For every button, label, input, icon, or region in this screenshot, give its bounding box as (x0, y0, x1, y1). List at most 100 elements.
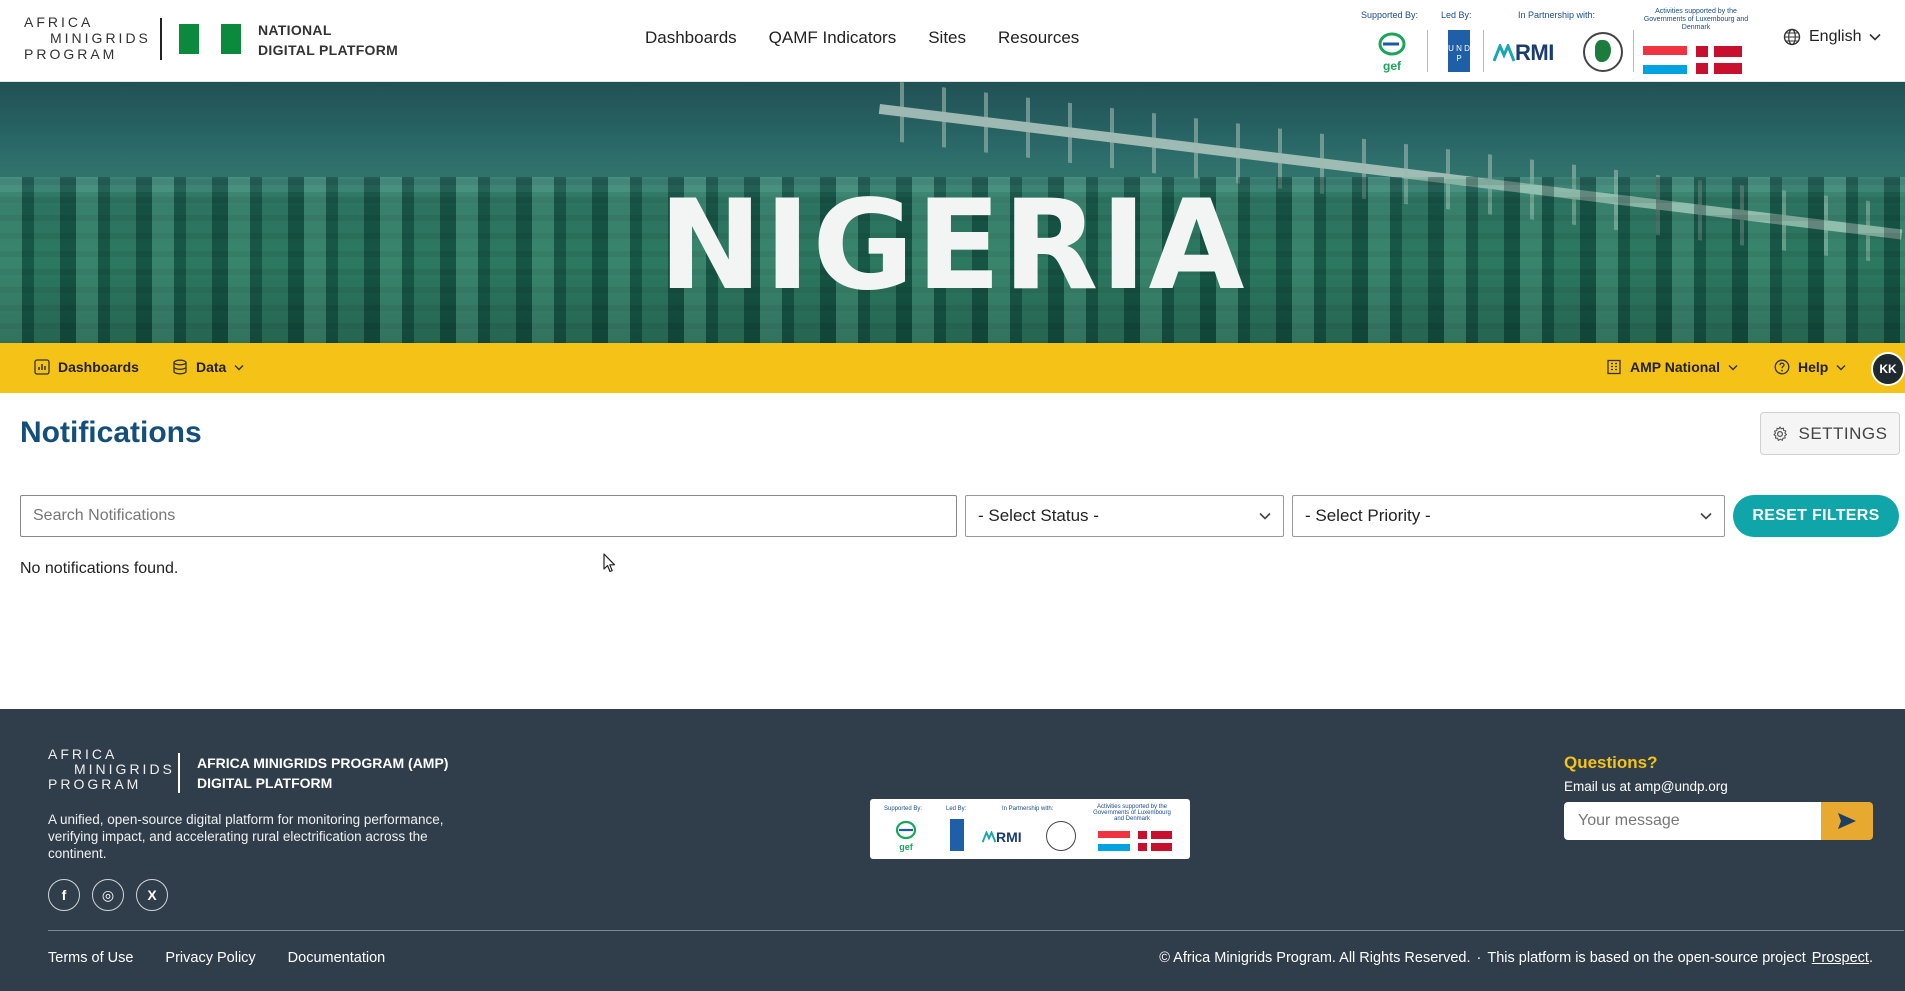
subnav-dashboards[interactable]: Dashboards (34, 359, 139, 375)
reset-filters-button[interactable]: RESET FILTERS (1733, 495, 1899, 537)
main-nav: Dashboards QAMF Indicators Sites Resourc… (645, 28, 1079, 48)
gef-logo-icon: gef (895, 820, 917, 852)
help-label: Help (1798, 359, 1829, 375)
message-input[interactable] (1564, 802, 1823, 840)
footer-divider (48, 930, 1904, 931)
user-avatar[interactable]: KK (1871, 352, 1905, 386)
partner-divider (1633, 30, 1634, 72)
social-links: f ◎ X (48, 879, 168, 911)
chevron-down-icon (1259, 512, 1271, 520)
afdb-logo-icon (1046, 821, 1076, 851)
globe-icon (1783, 28, 1801, 46)
denmark-flag-icon (1696, 46, 1742, 74)
nigeria-flag-icon (179, 24, 241, 54)
contact-email[interactable]: Email us at amp@undp.org (1564, 779, 1728, 794)
nav-qamf-indicators[interactable]: QAMF Indicators (769, 28, 897, 48)
rmi-text: RMI (1515, 40, 1554, 65)
mouse-cursor-icon (603, 553, 616, 573)
bar-chart-icon (34, 359, 50, 375)
privacy-policy-link[interactable]: Privacy Policy (165, 950, 255, 966)
instagram-icon[interactable]: ◎ (92, 879, 124, 911)
status-select-value: - Select Status - (978, 506, 1099, 525)
footer-logo-line-3: PROGRAM (48, 776, 142, 792)
partnership-label: In Partnership with: (1518, 10, 1596, 20)
platform-title-line-2: DIGITAL PLATFORM (258, 42, 399, 58)
language-selector[interactable]: English (1783, 28, 1882, 46)
subnav-data-label: Data (196, 359, 227, 375)
footer-logo-line-2: MINIGRIDS (74, 761, 175, 777)
priority-select-value: - Select Priority - (1305, 506, 1431, 525)
footer-amp-logo[interactable]: AFRICA MINIGRIDS PROGRAM (48, 747, 175, 792)
footer-title-line-1: AFRICA MINIGRIDS PROGRAM (AMP) (197, 755, 449, 771)
documentation-link[interactable]: Documentation (288, 950, 386, 966)
chevron-down-icon (1869, 33, 1882, 41)
help-menu[interactable]: Help (1774, 359, 1846, 375)
footer-gef-text: gef (899, 842, 914, 852)
luxembourg-flag-icon (1643, 46, 1687, 74)
help-circle-icon (1774, 359, 1790, 375)
gear-icon (1773, 425, 1788, 441)
org-selector[interactable]: AMP National (1606, 359, 1738, 375)
language-label: English (1809, 28, 1862, 45)
footer-logo-divider (178, 753, 180, 793)
chevron-down-icon (1700, 512, 1712, 520)
footer-logo-line-1: AFRICA (48, 746, 118, 762)
footer-partnership-label: In Partnership with: (1002, 806, 1054, 812)
footer-supported-by-label: Supported By: (884, 806, 923, 812)
gef-text: gef (1383, 59, 1402, 73)
send-message-button[interactable] (1821, 802, 1873, 840)
partner-divider (1427, 30, 1428, 72)
platform-title-line-1: NATIONAL (258, 22, 332, 38)
database-icon (173, 359, 187, 375)
supported-by-label: Supported By: (1361, 10, 1419, 20)
amp-logo[interactable]: AFRICA MINIGRIDS PROGRAM (24, 14, 148, 64)
platform-title: NATIONAL DIGITAL PLATFORM (258, 20, 398, 60)
logo-line-3: PROGRAM (24, 46, 118, 62)
footer: AFRICA MINIGRIDS PROGRAM AFRICA MINIGRID… (0, 709, 1905, 991)
logo-divider (160, 18, 162, 60)
afdb-logo-icon (1583, 32, 1623, 72)
led-by-label: Led By: (1441, 10, 1472, 20)
settings-button[interactable]: SETTINGS (1760, 412, 1900, 455)
logo-line-1: AFRICA (24, 14, 94, 30)
top-header: AFRICA MINIGRIDS PROGRAM NATIONAL DIGITA… (0, 0, 1905, 82)
undp-logo-icon (950, 819, 964, 851)
secondary-nav: Dashboards Data AMP National Help (0, 343, 1905, 393)
nav-resources[interactable]: Resources (998, 28, 1079, 48)
footer-led-by-label: Led By: (946, 806, 967, 812)
status-select[interactable]: - Select Status - (965, 495, 1284, 537)
hero-banner: NIGERIA (0, 82, 1905, 343)
chevron-down-icon (234, 364, 244, 370)
questions-title: Questions? (1564, 753, 1658, 772)
undp-logo-icon: U N D P (1448, 30, 1470, 72)
copyright-line: © Africa Minigrids Program. All Rights R… (1159, 950, 1873, 966)
priority-select[interactable]: - Select Priority - (1292, 495, 1725, 537)
search-input[interactable] (20, 495, 957, 537)
footer-description: A unified, open-source digital platform … (48, 812, 444, 861)
facebook-icon[interactable]: f (48, 879, 80, 911)
copyright-text: © Africa Minigrids Program. All Rights R… (1159, 950, 1471, 966)
org-label: AMP National (1630, 359, 1720, 375)
copyright-period: . (1868, 950, 1873, 966)
gef-logo-icon: gef (1378, 32, 1406, 73)
rmi-logo-icon: RMI (1492, 40, 1554, 66)
denmark-flag-icon (1138, 831, 1172, 851)
page-title: Notifications (20, 416, 202, 449)
nav-dashboards[interactable]: Dashboards (645, 28, 737, 48)
prospect-link[interactable]: Prospect (1812, 950, 1869, 966)
activities-label: Activities supported by the Governments … (1643, 8, 1749, 31)
footer-activities-label: Activities supported by the Governments … (1093, 804, 1171, 822)
x-twitter-icon[interactable]: X (136, 879, 168, 911)
footer-title-line-2: DIGITAL PLATFORM (197, 775, 333, 791)
nav-sites[interactable]: Sites (928, 28, 966, 48)
partner-logos: Supported By: Led By: In Partnership wit… (1355, 6, 1755, 76)
send-icon (1838, 813, 1856, 829)
footer-title: AFRICA MINIGRIDS PROGRAM (AMP) DIGITAL P… (197, 753, 448, 793)
based-on-text: This platform is based on the open-sourc… (1487, 950, 1806, 966)
terms-of-use-link[interactable]: Terms of Use (48, 950, 133, 966)
country-title: NIGERIA (658, 174, 1247, 318)
partner-divider (1483, 30, 1484, 72)
empty-state-message: No notifications found. (20, 560, 179, 577)
settings-label: SETTINGS (1798, 423, 1888, 443)
subnav-data[interactable]: Data (172, 359, 244, 375)
